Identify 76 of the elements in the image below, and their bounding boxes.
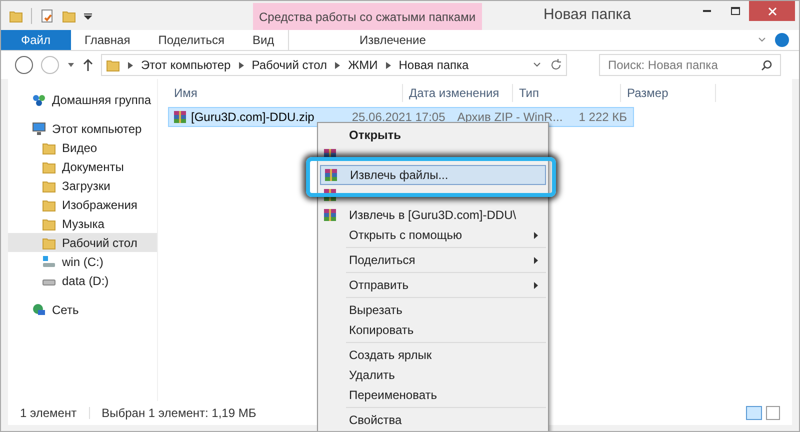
menu-item[interactable]: Копировать — [320, 320, 546, 340]
sidebar-item[interactable]: Музыка — [8, 214, 157, 233]
ribbon-tab[interactable]: Файл — [1, 30, 71, 50]
dropdown-icon[interactable] — [67, 61, 75, 69]
close-button[interactable] — [749, 1, 795, 21]
folder-icon — [42, 140, 56, 154]
table-cell-text: Архив ZIP - WinR... — [456, 109, 560, 126]
menu-item[interactable]: Поделиться — [320, 250, 546, 270]
window-title: Новая папка — [542, 5, 632, 26]
properties-icon[interactable] — [40, 8, 54, 22]
network-icon — [32, 302, 46, 316]
submenu-arrow-icon — [534, 232, 538, 238]
dropdown-icon[interactable] — [84, 12, 92, 20]
folder-icon — [42, 160, 56, 174]
column-header[interactable]: Имя — [168, 84, 403, 102]
sidebar-item[interactable]: Рабочий стол — [8, 233, 157, 252]
sidebar-item[interactable]: Изображения — [8, 195, 157, 214]
computer-icon — [32, 122, 46, 136]
sidebar-item[interactable]: Этот компьютер — [8, 119, 157, 138]
tiles-view-button[interactable] — [766, 406, 780, 420]
chevron-right-icon — [335, 62, 340, 68]
address-field[interactable]: Этот компьютер Рабочий стол ЖМИ Новая папка — [101, 54, 567, 76]
table-cell-text: [Guru3D.com]-DDU.zip — [191, 109, 314, 126]
column-header[interactable]: Дата изменения — [403, 84, 513, 102]
folder-icon — [42, 236, 56, 250]
table-cell-text: 25.06.2021 17:05 — [350, 109, 446, 126]
submenu-arrow-icon — [534, 282, 538, 288]
drive-icon — [42, 254, 56, 268]
sidebar-item[interactable]: Загрузки — [8, 176, 157, 195]
refresh-icon[interactable] — [550, 59, 562, 71]
back-button[interactable] — [15, 56, 33, 74]
search-field[interactable]: Поиск: Новая папка — [599, 54, 781, 76]
menu-item[interactable]: Извлечь файлы... — [320, 165, 546, 185]
menu-item[interactable]: Открыть с помощью — [320, 225, 546, 245]
ribbon-tab[interactable]: Извлечение — [288, 30, 496, 50]
archive-icon — [323, 208, 337, 222]
search-icon — [761, 60, 772, 70]
chevron-right-icon — [128, 62, 133, 68]
chevron-right-icon — [386, 62, 391, 68]
menu-item[interactable]: Извлечь в [Guru3D.com]-DDU\ — [320, 205, 546, 225]
ribbon-tab[interactable]: Поделиться — [144, 30, 238, 50]
archive-icon — [324, 168, 338, 182]
folder-icon — [42, 216, 56, 230]
sidebar-item[interactable]: win (C:) — [8, 252, 157, 271]
column-header[interactable]: Тип — [513, 84, 621, 102]
menu-item[interactable]: Вырезать — [320, 300, 546, 320]
new-folder-icon — [62, 8, 76, 22]
close-icon — [768, 6, 776, 16]
submenu-arrow-icon — [534, 256, 538, 264]
sidebar-item[interactable]: Документы — [8, 157, 157, 176]
ribbon-tab[interactable]: Вид — [238, 30, 288, 50]
menu-item[interactable]: Переименовать — [320, 385, 546, 405]
folder-icon — [9, 8, 23, 22]
up-arrow-icon[interactable] — [83, 58, 93, 72]
status-text: Выбран 1 элемент: 1,19 МБ — [102, 405, 256, 422]
status-text: 1 элемент — [20, 405, 77, 422]
help-icon[interactable] — [775, 33, 789, 47]
sidebar-item[interactable]: Видео — [8, 138, 157, 157]
column-header[interactable]: Размер — [621, 84, 716, 102]
chevron-right-icon — [238, 62, 244, 68]
menu-item[interactable]: Удалить — [320, 365, 546, 385]
folder-icon — [42, 198, 56, 212]
menu-item[interactable]: Открыть — [320, 125, 546, 145]
menu-item[interactable]: Свойства — [320, 410, 546, 430]
folder-icon — [106, 58, 120, 72]
sidebar-item[interactable]: Сеть — [8, 300, 157, 319]
folder-icon — [42, 178, 56, 192]
ribbon-tab[interactable]: Главная — [70, 30, 144, 50]
menu-item[interactable]: Создать ярлык — [320, 345, 546, 365]
search-input[interactable]: Поиск: Новая папка — [608, 56, 761, 74]
homegroup-icon — [32, 92, 46, 106]
tool-group-label: Средства работы со сжатыми папками — [253, 3, 482, 30]
menu-item[interactable]: Отправить — [320, 275, 546, 295]
archive-icon — [173, 110, 187, 124]
sidebar-item[interactable]: Домашняя группа — [8, 90, 157, 109]
sidebar-item[interactable]: data (D:) — [8, 271, 157, 290]
